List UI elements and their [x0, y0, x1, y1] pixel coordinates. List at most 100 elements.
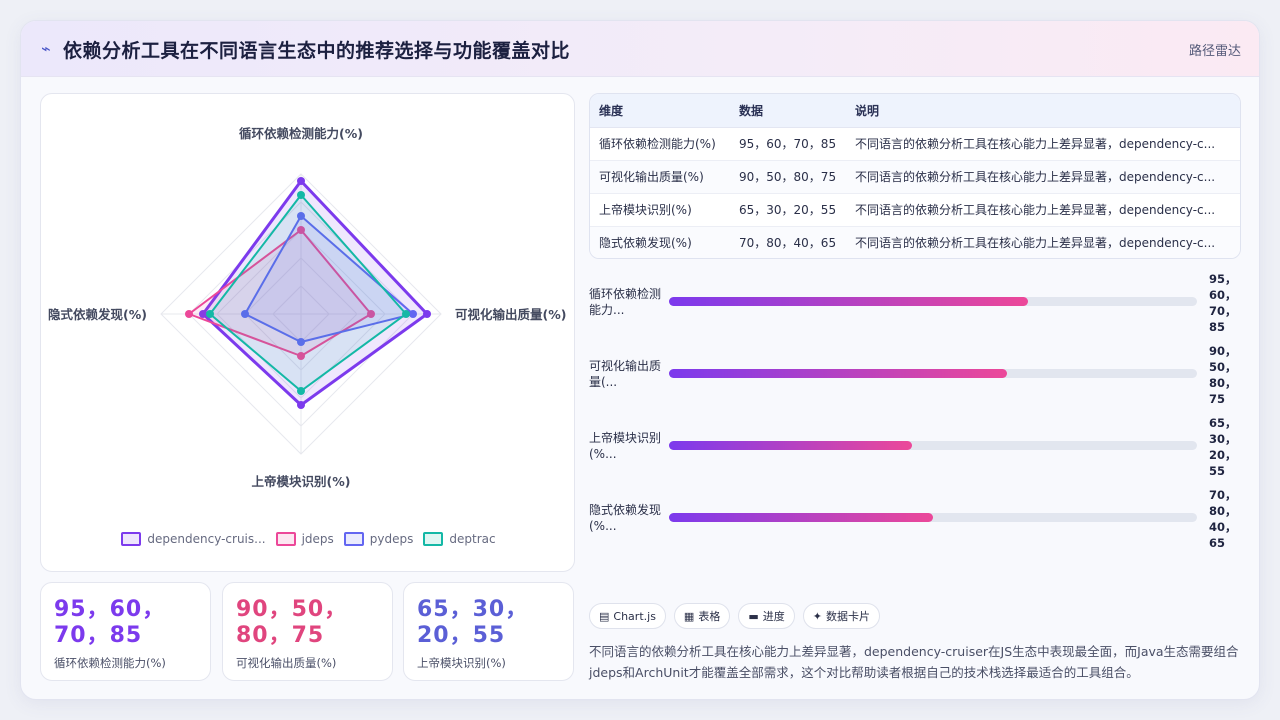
radar-point: [297, 401, 305, 409]
legend-label: jdeps: [301, 532, 334, 546]
progress-value: 90， 50， 80， 75: [1209, 343, 1249, 407]
progress-label: 可视化输出质量(...: [589, 359, 662, 389]
value-line: 30，: [1209, 432, 1237, 446]
progress-row: 循环依赖检测能力... 95， 60， 70， 85: [589, 271, 1249, 334]
table-cell: 隐式依赖发现(%): [590, 226, 730, 258]
chart-icon: ▤: [599, 609, 610, 623]
radar-axis-label: 循环依赖检测能力(%): [239, 126, 363, 141]
radar-axis-label: 可视化输出质量(%): [455, 307, 566, 322]
table-cell: 65，30，20，55: [730, 193, 846, 227]
stat-label: 循环依赖检测能力(%): [54, 656, 166, 670]
chip-label: 进度: [762, 610, 785, 623]
legend-item[interactable]: dependency-cruis...: [121, 532, 266, 546]
radar-point: [297, 387, 305, 395]
table-cell: 95，60，70，85: [730, 127, 846, 161]
legend-item[interactable]: pydeps: [343, 532, 414, 546]
table-row: 隐式依赖发现(%) 70，80，40，65 不同语言的依赖分析工具在核心能力上差…: [590, 226, 1240, 258]
table-cell: 不同语言的依赖分析工具在核心能力上差异显著，dependency-c...: [846, 193, 1240, 227]
chartjs-button[interactable]: ▤ Chart.js: [589, 603, 666, 629]
value-line: 75: [1209, 392, 1226, 406]
legend-swatch: [275, 532, 296, 546]
legend-swatch: [423, 532, 444, 546]
chip-label: 表格: [698, 610, 721, 623]
legend-item[interactable]: jdeps: [275, 532, 334, 546]
radar-axis-label: 上帝模块识别(%): [252, 474, 351, 489]
progress-track: [669, 441, 1197, 450]
progress-label: 循环依赖检测能力...: [589, 287, 662, 317]
value-line: 20，: [1209, 448, 1237, 462]
header: ⌁ 依赖分析工具在不同语言生态中的推荐选择与功能覆盖对比 路径雷达: [21, 21, 1259, 77]
progress-row: 上帝模块识别(%... 65， 30， 20， 55: [589, 415, 1249, 479]
page-title: 依赖分析工具在不同语言生态中的推荐选择与功能覆盖对比: [63, 40, 571, 62]
table-header-cell: 说明: [846, 94, 1240, 128]
table-cell: 90，50，80，75: [730, 160, 846, 194]
table-header-cell: 维度: [590, 94, 730, 128]
progress-label: 上帝模块识别(%...: [589, 431, 662, 461]
radar-point: [409, 310, 417, 318]
data-table: 维度 数据 说明 循环依赖检测能力(%) 95，60，70，85 不同语言的依赖…: [589, 93, 1241, 259]
progress-track: [669, 369, 1197, 378]
progress-value: 65， 30， 20， 55: [1209, 415, 1249, 479]
stat-card-2: 90，50，80，75 可视化输出质量(%): [222, 582, 393, 681]
stat-label: 上帝模块识别(%): [417, 656, 506, 670]
radar-point: [402, 310, 410, 318]
radar-axis-label: 隐式依赖发现(%): [48, 307, 147, 322]
chart-legend: dependency-cruis... jdeps pydeps deptrac: [41, 532, 576, 546]
table-header-cell: 数据: [730, 94, 846, 128]
legend-label: pydeps: [369, 532, 414, 546]
view-toolbar: ▤ Chart.js ▦ 表格 ▬ 进度 ✦ 数据卡片: [589, 603, 880, 629]
summary-text: 不同语言的依赖分析工具在核心能力上差异显著，dependency-cruiser…: [589, 644, 1239, 680]
table-button[interactable]: ▦ 表格: [673, 603, 731, 629]
stat-value: 65，30，20，55: [417, 597, 529, 648]
radar-point: [297, 177, 305, 185]
table-icon: ▦: [683, 609, 695, 623]
chart-line-icon: ⌁: [41, 39, 51, 58]
chip-label: 数据卡片: [825, 610, 870, 623]
stat-value: 95，60，70，85: [54, 597, 166, 648]
value-line: 80，: [1209, 504, 1237, 518]
value-line: 55: [1209, 464, 1226, 478]
table-cell: 70，80，40，65: [730, 226, 846, 258]
value-line: 90，: [1209, 344, 1237, 358]
main-card: ⌁ 依赖分析工具在不同语言生态中的推荐选择与功能覆盖对比 路径雷达 循环依赖检测…: [20, 20, 1260, 700]
progress-row: 可视化输出质量(... 90， 50， 80， 75: [589, 343, 1249, 407]
progress-fill: [669, 369, 1007, 378]
table-cell: 不同语言的依赖分析工具在核心能力上差异显著，dependency-c...: [846, 226, 1240, 258]
table-cell: 不同语言的依赖分析工具在核心能力上差异显著，dependency-c...: [846, 127, 1240, 161]
progress-row: 隐式依赖发现(%... 70， 80， 40， 65: [589, 487, 1249, 551]
progress-track: [669, 297, 1197, 306]
progress-fill: [669, 441, 912, 450]
value-line: 60，: [1209, 288, 1237, 302]
radar-chart-panel: 循环依赖检测能力(%) 可视化输出质量(%) 上帝模块识别(%) 隐式依赖发现(%) …: [40, 93, 575, 572]
radar-point: [423, 310, 431, 318]
progress-label: 隐式依赖发现(%...: [589, 503, 662, 533]
legend-swatch: [121, 532, 142, 546]
progress-track: [669, 513, 1197, 522]
progress-button[interactable]: ▬ 进度: [738, 603, 795, 629]
legend-swatch: [343, 532, 364, 546]
page-subtitle: 路径雷达: [1188, 44, 1241, 59]
stat-label: 可视化输出质量(%): [236, 656, 337, 670]
table-header-row: 维度 数据 说明: [590, 94, 1240, 128]
chip-label: Chart.js: [613, 609, 656, 623]
data-card-button[interactable]: ✦ 数据卡片: [802, 603, 880, 629]
legend-label: dependency-cruis...: [147, 532, 266, 546]
table-cell: 不同语言的依赖分析工具在核心能力上差异显著，dependency-c...: [846, 160, 1240, 194]
stat-value: 90，50，80，75: [236, 597, 348, 648]
progress-fill: [669, 513, 933, 522]
value-line: 70，: [1209, 304, 1237, 318]
legend-label: deptrac: [449, 532, 496, 546]
table-cell: 可视化输出质量(%): [590, 160, 730, 194]
progress-value: 95， 60， 70， 85: [1209, 271, 1249, 335]
stat-card-3: 65，30，20，55 上帝模块识别(%): [403, 582, 574, 681]
radar-point: [206, 310, 214, 318]
value-line: 65，: [1209, 416, 1237, 430]
value-line: 65: [1209, 536, 1226, 550]
radar-series-deptrac: [209, 194, 407, 392]
table-cell: 上帝模块识别(%): [590, 193, 730, 227]
value-line: 40，: [1209, 520, 1237, 534]
radar-chart: 循环依赖检测能力(%) 可视化输出质量(%) 上帝模块识别(%) 隐式依赖发现(%): [48, 126, 566, 489]
progress-value: 70， 80， 40， 65: [1209, 487, 1249, 551]
progress-fill: [669, 297, 1029, 306]
legend-item[interactable]: deptrac: [423, 532, 496, 546]
